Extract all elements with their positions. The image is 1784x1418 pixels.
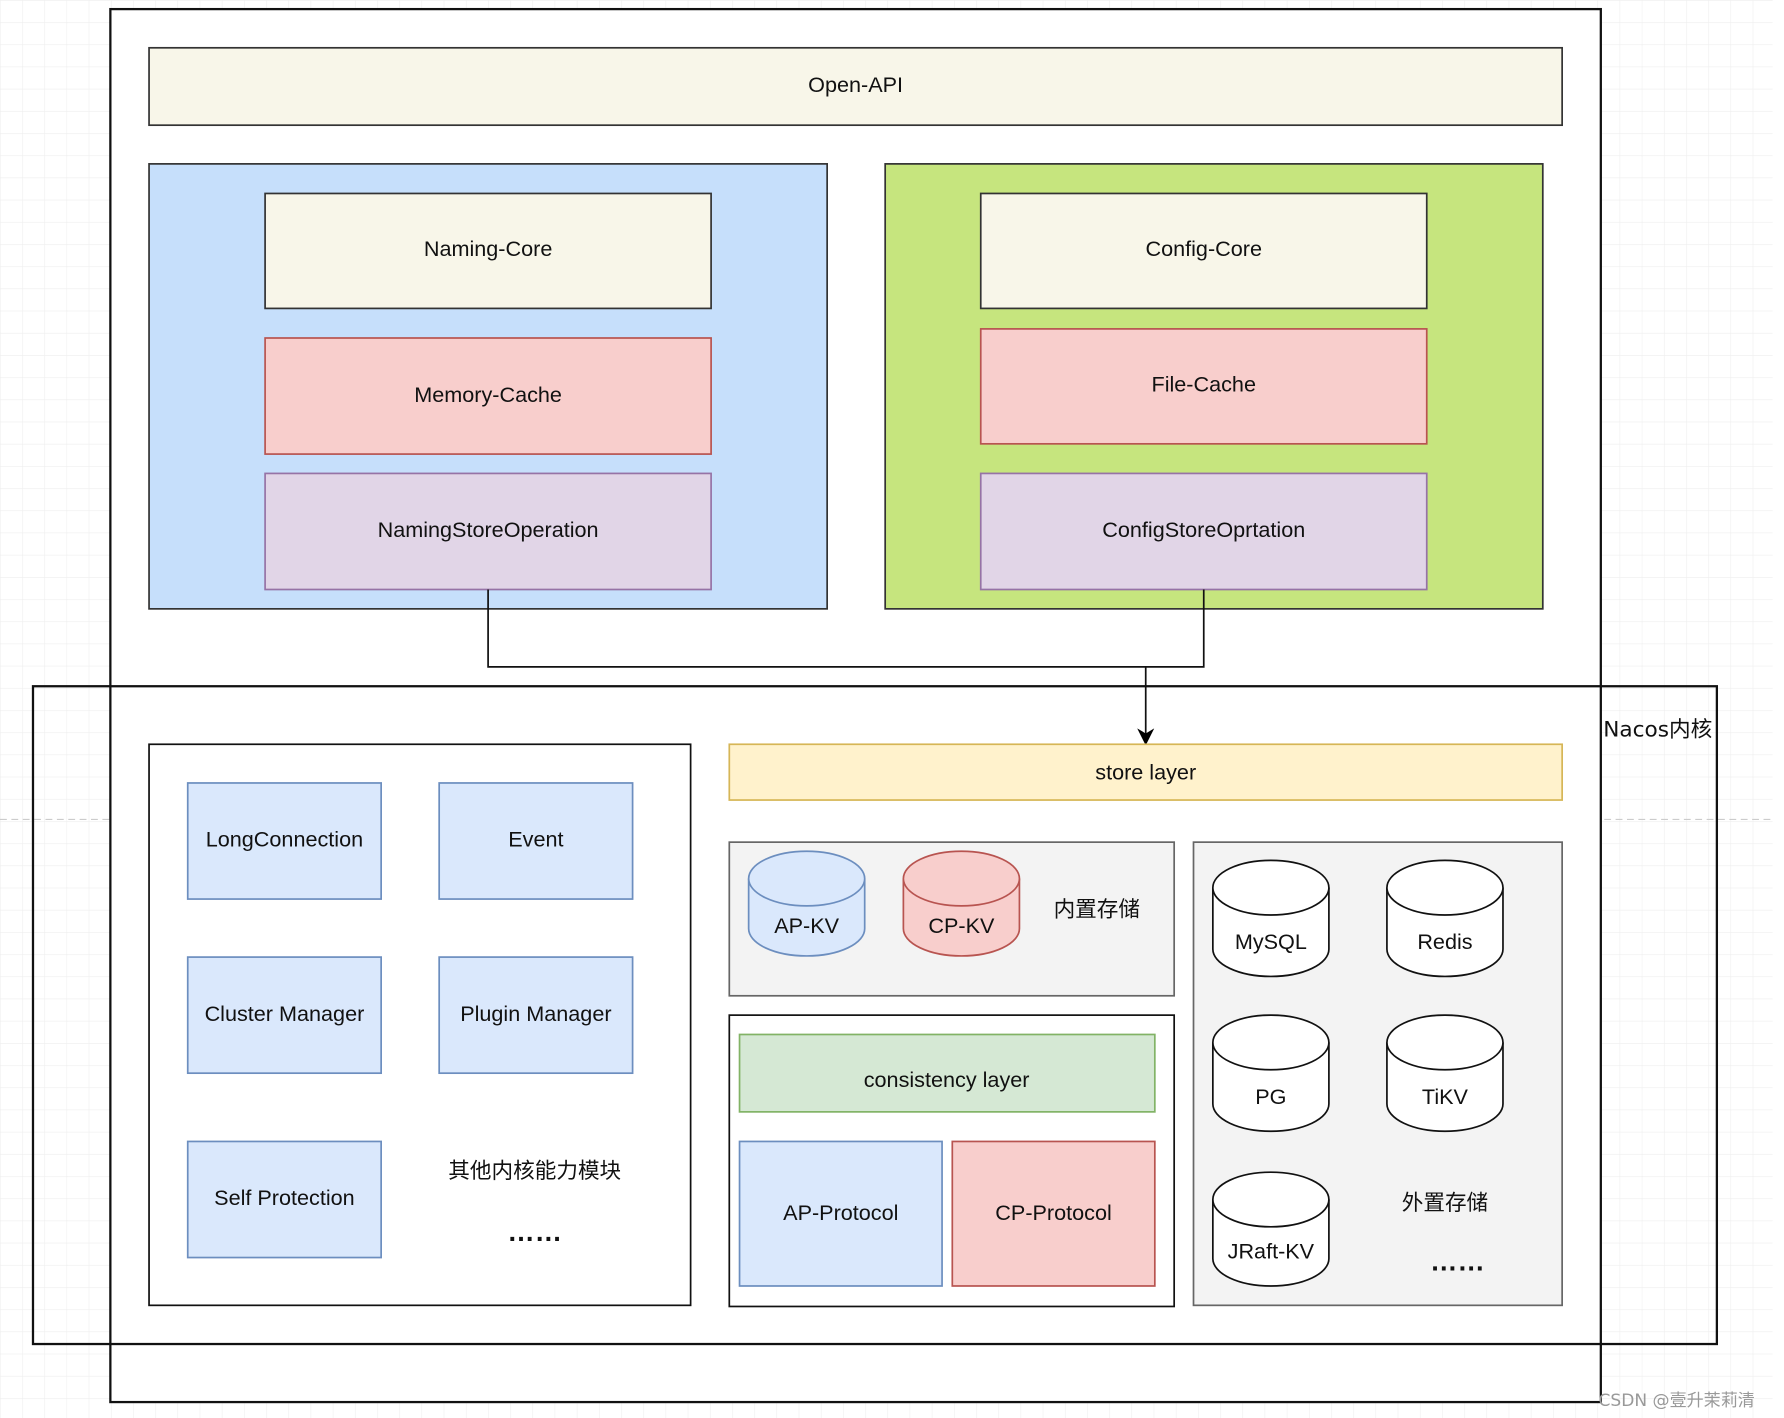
ap-kv-label: AP-KV: [774, 913, 839, 938]
cp-kv-cylinder[interactable]: [902, 850, 1021, 957]
ap-kv-cylinder[interactable]: [747, 850, 866, 957]
other-modules-ellipsis: ……: [507, 1216, 562, 1247]
module-label: LongConnection: [206, 827, 363, 852]
nacos-architecture-diagram: Open-API Naming-Core Memory-Cache Naming…: [0, 0, 1773, 1418]
redis-label: Redis: [1417, 929, 1472, 954]
module-label: Cluster Manager: [205, 1001, 365, 1026]
naming-store-label: NamingStoreOperation: [378, 517, 599, 542]
config-core-label: Config-Core: [1146, 236, 1262, 261]
cp-protocol-label: CP-Protocol: [995, 1200, 1111, 1225]
redis-cylinder[interactable]: [1386, 859, 1504, 978]
cp-kv-label: CP-KV: [928, 913, 995, 938]
kernel-label: Nacos内核: [1603, 718, 1712, 743]
store-layer-label: store layer: [1095, 760, 1196, 785]
file-cache-label: File-Cache: [1152, 372, 1256, 397]
module-label: Self Protection: [214, 1185, 355, 1210]
watermark: CSDN @壹升茉莉清: [1599, 1391, 1755, 1411]
naming-core-label: Naming-Core: [424, 236, 552, 261]
ap-protocol-label: AP-Protocol: [783, 1200, 898, 1225]
mysql-label: MySQL: [1235, 929, 1307, 954]
consistency-layer-label: consistency layer: [864, 1067, 1030, 1092]
pg-cylinder[interactable]: [1211, 1014, 1330, 1133]
config-store-label: ConfigStoreOprtation: [1102, 517, 1305, 542]
external-storage-label: 外置存储: [1402, 1191, 1488, 1216]
mysql-cylinder[interactable]: [1211, 859, 1330, 978]
external-ellipsis: ……: [1430, 1245, 1485, 1276]
jraft-kv-cylinder[interactable]: [1211, 1171, 1330, 1287]
module-label: Plugin Manager: [460, 1001, 611, 1026]
module-label: Event: [508, 827, 563, 852]
memory-cache-label: Memory-Cache: [414, 382, 562, 407]
builtin-storage-label: 内置存储: [1054, 897, 1140, 922]
other-modules-label: 其他内核能力模块: [448, 1159, 621, 1184]
tikv-label: TiKV: [1422, 1084, 1469, 1109]
pg-label: PG: [1255, 1084, 1286, 1109]
jraft-kv-label: JRaft-KV: [1228, 1239, 1315, 1264]
tikv-cylinder[interactable]: [1386, 1014, 1504, 1133]
open-api-label: Open-API: [808, 72, 903, 97]
